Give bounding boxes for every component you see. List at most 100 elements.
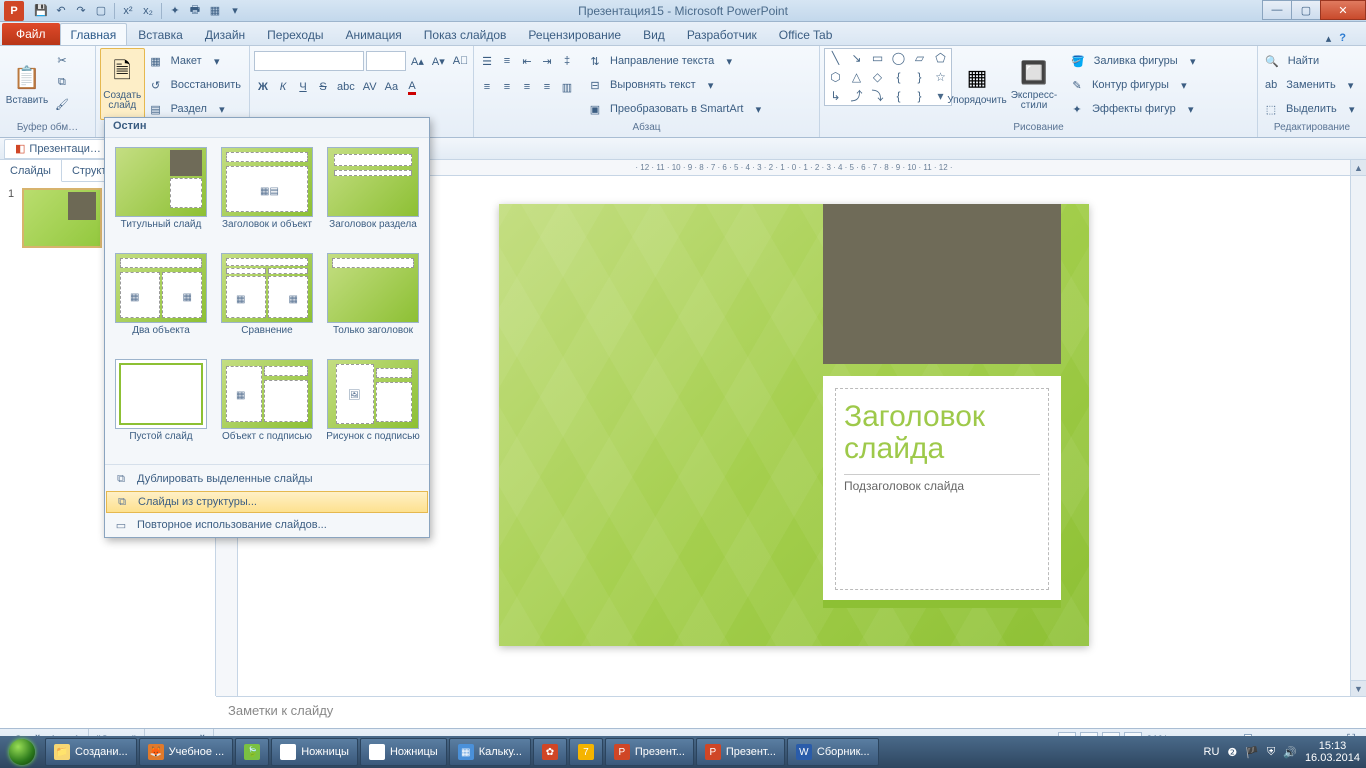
redo-icon[interactable]: ↷ (72, 2, 90, 20)
columns-icon[interactable]: ▥ (558, 77, 576, 97)
find-icon[interactable]: 🔍 (1262, 51, 1282, 71)
reset-button[interactable]: Восстановить (167, 79, 245, 91)
replace-button[interactable]: Заменить (1282, 79, 1339, 91)
layout-comparison[interactable]: ▦▦Сравнение (217, 250, 317, 350)
slide-subtitle-placeholder[interactable]: Подзаголовок слайда (844, 474, 1040, 493)
reset-icon[interactable]: ↺ (147, 75, 165, 95)
paste-button[interactable]: 📋 Вставить (4, 48, 50, 120)
case-icon[interactable]: Aa (382, 77, 401, 97)
close-button[interactable]: ✕ (1320, 0, 1366, 20)
pane-tab-slides[interactable]: Слайды (0, 160, 62, 182)
menu-slides-from-outline[interactable]: ⧉Слайды из структуры... (106, 491, 428, 513)
taskbar-item[interactable]: ✂Ножницы (360, 738, 447, 766)
file-tab[interactable]: Файл (2, 23, 60, 45)
taskbar-item[interactable]: ✿ (533, 738, 567, 766)
tray-language[interactable]: RU (1204, 746, 1220, 758)
arrange-button[interactable]: ▦ Упорядочить (954, 48, 1000, 120)
indent-icon[interactable]: ⇥ (538, 51, 556, 71)
tab-review[interactable]: Рецензирование (517, 23, 632, 45)
new-icon[interactable]: ▢ (92, 2, 110, 20)
grow-font-icon[interactable]: A▴ (408, 51, 427, 71)
select-button[interactable]: Выделить (1282, 103, 1341, 115)
qat-subscript-icon[interactable]: x₂ (139, 2, 157, 20)
section-icon[interactable]: ▤ (147, 99, 165, 119)
qat-print-icon[interactable]: 🖶 (186, 2, 204, 20)
align-justify-icon[interactable]: ≡ (538, 77, 556, 97)
layout-button[interactable]: Макет (167, 55, 206, 67)
layout-title-only[interactable]: Только заголовок (323, 250, 423, 350)
find-button[interactable]: Найти (1284, 55, 1323, 67)
tab-view[interactable]: Вид (632, 23, 676, 45)
numbering-icon[interactable]: ≡ (498, 51, 516, 71)
tray-icon[interactable]: ❷ (1227, 746, 1237, 759)
document-tab[interactable]: ◧Презентаци… (4, 139, 112, 159)
font-color-icon[interactable]: A (403, 77, 421, 97)
shadow-icon[interactable]: abc (334, 77, 358, 97)
ribbon-minimize-icon[interactable]: ▴ (1326, 32, 1332, 45)
taskbar-item[interactable]: PПрезент... (696, 738, 785, 766)
quick-styles-button[interactable]: 🔲 Экспресс-стили (1002, 48, 1066, 120)
shape-fill-icon[interactable]: 🪣 (1068, 51, 1088, 71)
align-left-icon[interactable]: ≡ (478, 77, 496, 97)
select-icon[interactable]: ⬚ (1262, 99, 1280, 119)
layout-section-header[interactable]: Заголовок раздела (323, 144, 423, 244)
tab-transitions[interactable]: Переходы (256, 23, 334, 45)
help-icon[interactable]: ? (1339, 32, 1346, 45)
minimize-button[interactable]: — (1262, 0, 1292, 20)
layout-title-content[interactable]: ▦▤Заголовок и объект (217, 144, 317, 244)
shrink-font-icon[interactable]: A▾ (429, 51, 448, 71)
tab-insert[interactable]: Вставка (127, 23, 194, 45)
align-text-icon[interactable]: ⊟ (586, 75, 604, 95)
italic-icon[interactable]: К (274, 77, 292, 97)
layout-two-content[interactable]: ▦▦Два объекта (111, 250, 211, 350)
copy-icon[interactable]: ⧉ (52, 72, 72, 92)
qat-btn[interactable]: ▦ (206, 2, 224, 20)
line-spacing-icon[interactable]: ‡ (558, 51, 576, 71)
tab-developer[interactable]: Разработчик (676, 23, 768, 45)
taskbar-item[interactable]: ▦Кальку... (449, 738, 531, 766)
tray-network-icon[interactable]: ⛨ (1267, 746, 1275, 759)
vertical-scrollbar[interactable]: ▲ ▼ (1350, 160, 1366, 696)
layout-blank[interactable]: Пустой слайд (111, 356, 211, 456)
section-button[interactable]: Раздел (167, 103, 211, 115)
notes-pane[interactable]: Заметки к слайду (216, 696, 1366, 728)
tray-flag-icon[interactable]: 🏴 (1245, 746, 1259, 759)
tab-officetab[interactable]: Office Tab (768, 23, 844, 45)
qat-superscript-icon[interactable]: x² (119, 2, 137, 20)
format-painter-icon[interactable]: 🖌 (52, 94, 72, 114)
bold-icon[interactable]: Ж (254, 77, 272, 97)
cut-icon[interactable]: ✂ (52, 50, 72, 70)
taskbar-item[interactable]: WСборник... (787, 738, 879, 766)
align-right-icon[interactable]: ≡ (518, 77, 536, 97)
qat-dropdown-icon[interactable]: ▾ (226, 2, 244, 20)
slide-title-placeholder[interactable]: Заголовок слайда (844, 401, 1040, 464)
save-icon[interactable]: 💾 (32, 2, 50, 20)
spacing-icon[interactable]: AV (360, 77, 380, 97)
taskbar-item[interactable]: 🍃 (235, 738, 269, 766)
tray-volume-icon[interactable]: 🔊 (1283, 746, 1297, 759)
maximize-button[interactable]: ▢ (1291, 0, 1321, 20)
shape-effects-icon[interactable]: ✦ (1068, 99, 1086, 119)
layout-picture-caption[interactable]: 🖼Рисунок с подписью (323, 356, 423, 456)
taskbar-item[interactable]: ✂Ножницы (271, 738, 358, 766)
font-family-select[interactable] (254, 51, 364, 71)
tray-clock[interactable]: 15:13 16.03.2014 (1305, 740, 1360, 764)
shapes-gallery[interactable]: ╲↘▭◯▱⬠ ⬡△◇{}☆ ↳⤴⤵{}▾ (824, 48, 952, 106)
layout-icon[interactable]: ▦ (147, 51, 165, 71)
qat-btn[interactable]: ✦ (166, 2, 184, 20)
clear-format-icon[interactable]: A⃠ (450, 51, 472, 71)
tab-home[interactable]: Главная (60, 23, 128, 45)
taskbar-item[interactable]: 7 (569, 738, 603, 766)
tab-animation[interactable]: Анимация (334, 23, 412, 45)
bullets-icon[interactable]: ☰ (478, 51, 496, 71)
layout-content-caption[interactable]: ▦Объект с подписью (217, 356, 317, 456)
new-slide-button[interactable]: 🗎 Создать слайд (100, 48, 145, 120)
taskbar-item[interactable]: 🦊Учебное ... (139, 738, 234, 766)
undo-icon[interactable]: ↶ (52, 2, 70, 20)
slide-image-placeholder[interactable] (823, 204, 1061, 364)
layout-title-slide[interactable]: Титульный слайд (111, 144, 211, 244)
start-button[interactable] (0, 736, 44, 768)
menu-duplicate-slides[interactable]: ⧉Дублировать выделенные слайды (105, 467, 429, 491)
slide-thumbnail[interactable] (22, 188, 102, 248)
taskbar-item[interactable]: PПрезент... (605, 738, 694, 766)
